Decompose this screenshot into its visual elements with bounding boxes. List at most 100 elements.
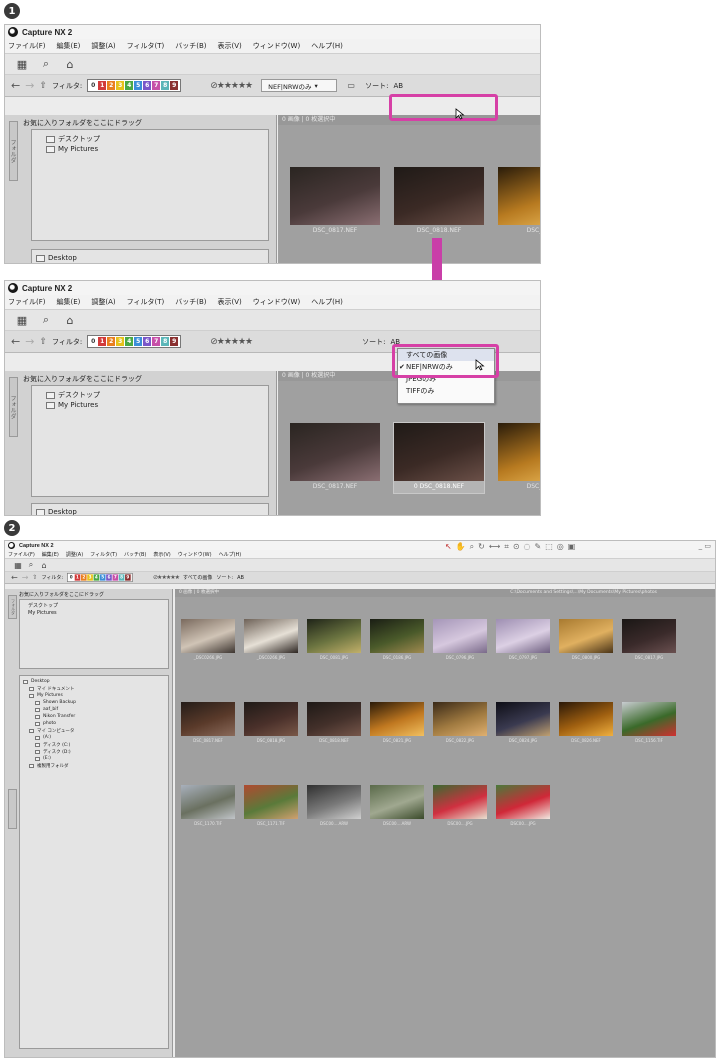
label-filter-3[interactable]: 3	[116, 81, 126, 90]
label-filter-0[interactable]: 0	[89, 337, 99, 346]
label-filter-9[interactable]: 9	[125, 574, 132, 581]
label-filter-6[interactable]: 6	[143, 81, 153, 90]
menu-edit[interactable]: 編集(E)	[42, 551, 59, 558]
thumbnail[interactable]: DSC00....ARW	[370, 785, 424, 829]
straighten-tool-icon[interactable]: ⟷	[489, 542, 500, 552]
label-filter-4[interactable]: 4	[125, 81, 135, 90]
folder-up-icon[interactable]: ⇧	[39, 337, 47, 347]
menu-batch[interactable]: バッチ(B)	[124, 551, 146, 558]
tree-item-desktop[interactable]: Desktop	[36, 253, 268, 263]
thumbnail[interactable]: DSC_0822.JPG	[433, 702, 487, 746]
pointer-tool-icon[interactable]: ↖	[445, 542, 452, 552]
thumbnail[interactable]: DSC_1156.TIF	[622, 702, 676, 746]
fav-item-my-pictures[interactable]: My Pictures	[46, 400, 268, 410]
fav-item-desktop[interactable]: デスクトップ	[46, 134, 268, 144]
zoom-icon[interactable]: ⌕	[26, 560, 36, 570]
menu-help[interactable]: ヘルプ(H)	[311, 41, 343, 51]
label-filter-7[interactable]: 7	[152, 337, 162, 346]
thumbnail[interactable]: 0 DSC_0818.NEF	[393, 422, 485, 494]
thumbnail[interactable]: DSC_0817.NEF	[290, 423, 380, 493]
thumbnail[interactable]: _DSC0266.JPG	[244, 619, 298, 663]
fav-item-my-pictures[interactable]: My Pictures	[28, 609, 168, 616]
menu-batch[interactable]: バッチ(B)	[175, 297, 206, 307]
menu-view[interactable]: 表示(V)	[218, 297, 242, 307]
menu-file[interactable]: ファイル(F)	[8, 41, 46, 51]
menu-adjust[interactable]: 調整(A)	[91, 41, 115, 51]
file-type-combo[interactable]: NEF|NRWのみ ▾	[261, 79, 338, 92]
metadata-side-tab[interactable]	[8, 789, 17, 829]
menu-window[interactable]: ウィンドウ(W)	[253, 297, 300, 307]
tree-item[interactable]: photo	[35, 720, 168, 727]
folder-up-icon[interactable]: ⇧	[39, 81, 47, 91]
thumbnail[interactable]: DSC_0797.JPG	[496, 619, 550, 663]
file-type-value[interactable]: すべての画像	[183, 574, 212, 581]
redeye-tool-icon[interactable]: ⊙	[513, 542, 520, 552]
label-filter-1[interactable]: 1	[98, 337, 108, 346]
label-filter-8[interactable]: 8	[161, 337, 171, 346]
menu-filter[interactable]: フィルタ(T)	[127, 297, 165, 307]
output-icon[interactable]: ⌂	[39, 560, 49, 570]
menu-help[interactable]: ヘルプ(H)	[219, 551, 242, 558]
label-filter-2[interactable]: 2	[107, 81, 117, 90]
folder-up-icon[interactable]: ⇧	[32, 574, 37, 581]
thumbnail[interactable]: DSC_0796.JPG	[433, 619, 487, 663]
forward-arrow-icon[interactable]: →	[22, 573, 29, 582]
label-filter-0[interactable]: 0	[89, 81, 99, 90]
zoom-icon[interactable]: ⌕	[37, 312, 55, 328]
zoom-tool-icon[interactable]: ⌕	[470, 542, 474, 552]
sort-value[interactable]: AB	[393, 82, 403, 90]
thumbnail[interactable]: DSC_0818.NEF	[394, 167, 484, 237]
fill-tool-icon[interactable]: ⬚	[545, 542, 553, 552]
rating-filter[interactable]: ⊘★★★★★	[210, 337, 253, 347]
label-filter-1[interactable]: 1	[98, 81, 108, 90]
label-filter-5[interactable]: 5	[134, 337, 144, 346]
back-arrow-icon[interactable]: ←	[11, 573, 18, 582]
filter-option-icon[interactable]: ▭	[342, 78, 360, 94]
thumbnail[interactable]: DSC_0818.JPG	[244, 702, 298, 746]
thumbnail[interactable]: DSC_0824.JPG	[496, 702, 550, 746]
thumbnail[interactable]: _DSC0266.JPG	[181, 619, 235, 663]
rating-filter[interactable]: ⊘★★★★★	[210, 81, 253, 91]
selection-tool-icon[interactable]: ▣	[568, 542, 576, 552]
tree-item[interactable]: ディスク (D:)	[35, 748, 168, 755]
label-filter-2[interactable]: 2	[107, 337, 117, 346]
tree-item[interactable]: My Pictures	[29, 692, 168, 699]
menu-help[interactable]: ヘルプ(H)	[311, 297, 343, 307]
menu-file[interactable]: ファイル(F)	[8, 297, 46, 307]
lasso-tool-icon[interactable]: ◌	[524, 542, 531, 552]
tree-item[interactable]: マイ ドキュメント	[29, 685, 168, 692]
output-icon[interactable]: ⌂	[61, 56, 79, 72]
label-filter-9[interactable]: 9	[170, 337, 180, 346]
fav-item-my-pictures[interactable]: My Pictures	[46, 144, 268, 154]
thumbnail[interactable]: DSC_0817.NEF	[290, 167, 380, 237]
tree-item[interactable]: Shown Backup	[35, 699, 168, 706]
thumbnail[interactable]: DSC_0818.NEF	[307, 702, 361, 746]
label-filter-8[interactable]: 8	[161, 81, 171, 90]
tree-item[interactable]: 複製用フォルダ	[29, 762, 168, 769]
tree-item[interactable]: マイ コンピュータ	[29, 727, 168, 734]
tree-item[interactable]: aaf_bif	[35, 706, 168, 713]
menu-file[interactable]: ファイル(F)	[8, 551, 35, 558]
forward-arrow-icon[interactable]: →	[25, 335, 34, 348]
thumbnail[interactable]: DSC_0817.NEF	[181, 702, 235, 746]
tree-item[interactable]: (A:)	[35, 734, 168, 741]
menu-window[interactable]: ウィンドウ(W)	[253, 41, 300, 51]
thumbnail[interactable]: DSC_0186.JPG	[370, 619, 424, 663]
menu-batch[interactable]: バッチ(B)	[175, 41, 206, 51]
tree-item[interactable]: (E:)	[35, 755, 168, 762]
brush-tool-icon[interactable]: ✎	[535, 542, 542, 552]
thumbnail[interactable]: DSC00....JPG	[496, 785, 550, 829]
fav-item-desktop[interactable]: デスクトップ	[46, 390, 268, 400]
label-filter-9[interactable]: 9	[170, 81, 180, 90]
folder-side-tab[interactable]: フォルダ	[9, 377, 18, 437]
thumbnail[interactable]: DSC_0821.JPG	[370, 702, 424, 746]
edit-tools[interactable]: ↖ ✋ ⌕ ↻ ⟷ ⌗ ⊙ ◌ ✎ ⬚ ◎ ▣	[445, 542, 575, 552]
menu-edit[interactable]: 編集(E)	[57, 297, 81, 307]
label-filter-6[interactable]: 6	[143, 337, 153, 346]
thumbnail[interactable]: DSC_0800.JPG	[559, 619, 613, 663]
forward-arrow-icon[interactable]: →	[25, 79, 34, 92]
window-controls[interactable]: _ ▭	[699, 542, 711, 550]
menu-adjust[interactable]: 調整(A)	[91, 297, 115, 307]
tree-item[interactable]: ディスク (C:)	[35, 741, 168, 748]
rating-filter[interactable]: ⊘★★★★★	[153, 574, 180, 581]
